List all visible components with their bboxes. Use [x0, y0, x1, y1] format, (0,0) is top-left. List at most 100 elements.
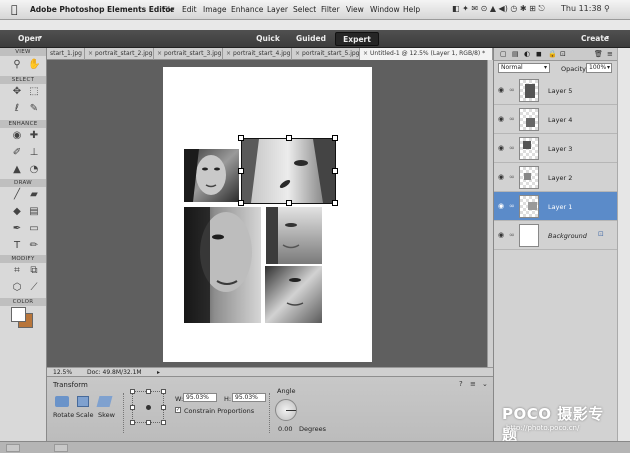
- foreground-color-swatch[interactable]: [11, 307, 26, 322]
- constrain-checkbox[interactable]: ✓: [175, 407, 181, 413]
- chevron-down-icon[interactable]: ▾: [39, 34, 42, 41]
- transform-bounding-box[interactable]: [238, 135, 338, 206]
- scale-label[interactable]: Scale: [76, 411, 94, 419]
- transform-handle[interactable]: [238, 168, 244, 174]
- reference-point-locator[interactable]: [130, 389, 166, 425]
- menu-image[interactable]: Image: [203, 5, 227, 14]
- menu-help[interactable]: Help: [403, 5, 420, 14]
- new-group-icon[interactable]: ▤: [512, 50, 519, 58]
- sponge-tool-icon[interactable]: ◔: [28, 164, 40, 176]
- height-field[interactable]: 95.03%: [232, 393, 266, 402]
- lock-all-icon[interactable]: 🔒: [548, 50, 557, 58]
- smart-brush-icon[interactable]: ✐: [11, 147, 23, 159]
- create-button[interactable]: Create: [581, 34, 609, 43]
- layer-row-background[interactable]: ◉ ∞ Background ⊡: [494, 221, 618, 250]
- tab-portrait-3[interactable]: × portrait_start_3.jpg: [154, 48, 223, 60]
- hand-tool-icon[interactable]: ✋: [28, 59, 40, 71]
- transform-handle[interactable]: [332, 135, 338, 141]
- eye-icon[interactable]: ◉: [498, 202, 504, 210]
- layer-mask-icon[interactable]: ◼: [536, 50, 542, 58]
- canvas-area[interactable]: [47, 60, 487, 367]
- rotate-icon[interactable]: [55, 396, 69, 407]
- angle-value[interactable]: 0.00: [278, 425, 292, 433]
- eye-icon[interactable]: ◉: [498, 173, 504, 181]
- eye-icon[interactable]: ◉: [498, 144, 504, 152]
- panel-menu-icon[interactable]: ≡: [607, 50, 613, 58]
- close-icon[interactable]: ×: [363, 50, 368, 57]
- blur-tool-icon[interactable]: ▲: [11, 164, 23, 176]
- adjustment-layer-icon[interactable]: ◐: [524, 50, 530, 58]
- link-icon[interactable]: ∞: [509, 115, 515, 123]
- open-button[interactable]: Open: [18, 34, 40, 43]
- mode-expert[interactable]: Expert: [335, 32, 379, 46]
- straighten-tool-icon[interactable]: ⟋: [28, 282, 40, 294]
- lock-icon[interactable]: ⊡: [598, 230, 604, 238]
- transform-handle[interactable]: [238, 135, 244, 141]
- lasso-tool-icon[interactable]: ℓ: [11, 103, 23, 115]
- link-icon[interactable]: ∞: [509, 86, 515, 94]
- angle-dial[interactable]: [275, 399, 297, 421]
- content-aware-move-icon[interactable]: ⬡: [11, 282, 23, 294]
- link-icon[interactable]: ∞: [509, 202, 515, 210]
- transform-handle[interactable]: [286, 200, 292, 206]
- zoom-tool-icon[interactable]: ⚲: [11, 59, 23, 71]
- menu-window[interactable]: Window: [370, 5, 400, 14]
- menu-enhance[interactable]: Enhance: [231, 5, 263, 14]
- transform-handle[interactable]: [238, 200, 244, 206]
- close-icon[interactable]: ×: [226, 50, 231, 57]
- close-icon[interactable]: ×: [88, 50, 93, 57]
- blend-mode-select[interactable]: Normal ▾: [498, 63, 550, 73]
- crop-tool-icon[interactable]: ⌗: [11, 265, 23, 277]
- tool-options-button[interactable]: [54, 444, 68, 452]
- lock-pixels-icon[interactable]: ⊡: [560, 50, 566, 58]
- eraser-tool-icon[interactable]: ▰: [28, 189, 40, 201]
- spot-healing-icon[interactable]: ✚: [28, 130, 40, 142]
- move-tool-icon[interactable]: ✥: [11, 86, 23, 98]
- pencil-tool-icon[interactable]: ✏: [28, 240, 40, 252]
- menu-layer[interactable]: Layer: [267, 5, 288, 14]
- layer-row-layer-2[interactable]: ◉ ∞ Layer 2: [494, 163, 618, 192]
- eye-icon[interactable]: ◉: [498, 86, 504, 94]
- link-icon[interactable]: ∞: [509, 231, 515, 239]
- rotate-label[interactable]: Rotate: [53, 411, 74, 419]
- help-icon[interactable]: ?: [459, 380, 463, 388]
- clone-stamp-icon[interactable]: ⊥: [28, 147, 40, 159]
- shape-tool-icon[interactable]: ▭: [28, 223, 40, 235]
- opacity-field[interactable]: 100% ▾: [586, 63, 612, 73]
- status-icons[interactable]: ◧ ✦ ✉ ⊙ ▲ ◀) ◷ ✱ ⊞ ⎋: [452, 4, 545, 14]
- link-icon[interactable]: ∞: [509, 144, 515, 152]
- document-canvas[interactable]: [163, 67, 372, 362]
- close-icon[interactable]: ×: [157, 50, 162, 57]
- paint-bucket-icon[interactable]: ◆: [11, 206, 23, 218]
- menu-edit[interactable]: Edit: [182, 5, 197, 14]
- menu-view[interactable]: View: [346, 5, 364, 14]
- options-menu-icon[interactable]: ≡: [470, 380, 476, 388]
- mode-guided[interactable]: Guided: [291, 32, 331, 46]
- eye-icon[interactable]: ◉: [498, 231, 504, 239]
- layer-row-layer-4[interactable]: ◉ ∞ Layer 4: [494, 105, 618, 134]
- tab-portrait-2[interactable]: × portrait_start_2.jpg: [85, 48, 154, 60]
- tab-untitled-1[interactable]: × Untitled-1 @ 12.5% (Layer 1, RGB/8) *: [360, 48, 493, 60]
- eyedropper-icon[interactable]: ✒: [11, 223, 23, 235]
- new-layer-icon[interactable]: ▢: [500, 50, 507, 58]
- panel-scrollbar[interactable]: [617, 48, 630, 441]
- quick-selection-icon[interactable]: ✎: [28, 103, 40, 115]
- scale-icon[interactable]: [77, 396, 89, 407]
- tab-portrait-4[interactable]: × portrait_start_4.jpg: [223, 48, 292, 60]
- menu-file[interactable]: File: [162, 5, 175, 14]
- recompose-tool-icon[interactable]: ⧉: [28, 265, 40, 277]
- width-field[interactable]: 95.03%: [183, 393, 217, 402]
- layer-row-layer-1[interactable]: ◉ ∞ Layer 1: [494, 192, 618, 221]
- photo-bin-button[interactable]: [6, 444, 20, 452]
- layer-row-layer-3[interactable]: ◉ ∞ Layer 3: [494, 134, 618, 163]
- chevron-down-icon[interactable]: ▾: [606, 34, 609, 41]
- menu-select[interactable]: Select: [293, 5, 316, 14]
- red-eye-icon[interactable]: ◉: [11, 130, 23, 142]
- gradient-tool-icon[interactable]: ▤: [28, 206, 40, 218]
- transform-handle[interactable]: [332, 168, 338, 174]
- close-icon[interactable]: ×: [295, 50, 300, 57]
- transform-handle[interactable]: [332, 200, 338, 206]
- link-icon[interactable]: ∞: [509, 173, 515, 181]
- collapse-icon[interactable]: ⌄: [482, 380, 488, 388]
- transform-handle[interactable]: [286, 135, 292, 141]
